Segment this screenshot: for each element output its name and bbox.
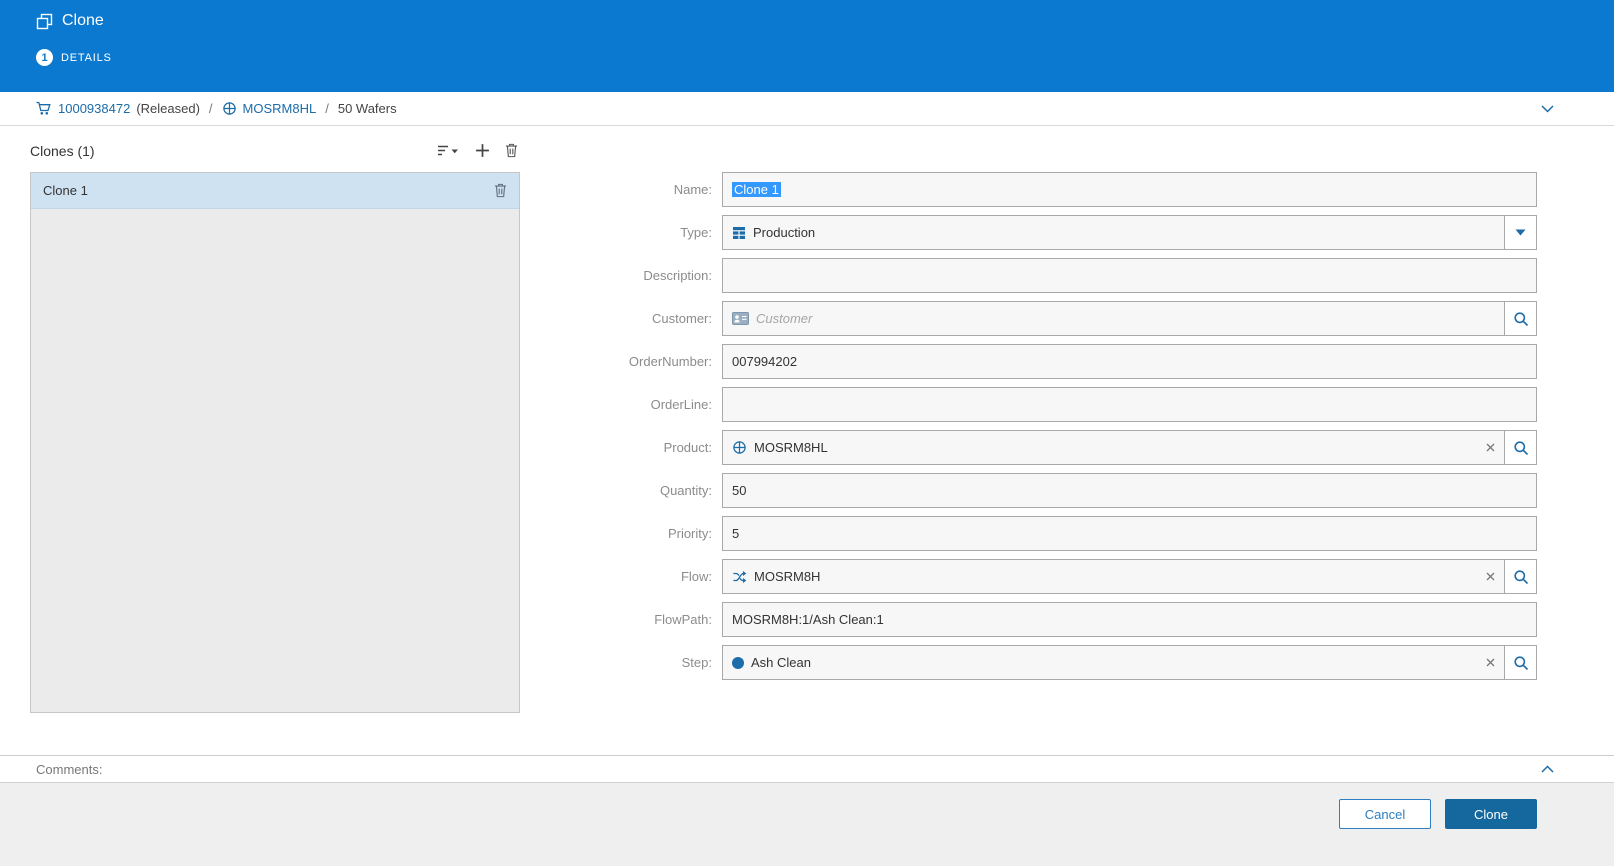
description-input[interactable] — [722, 258, 1537, 293]
clone-button[interactable]: Clone — [1445, 799, 1537, 829]
type-value: Production — [753, 225, 816, 240]
clone-icon — [36, 13, 53, 30]
clone-list-item-selected[interactable]: Clone 1 — [31, 173, 519, 209]
breadcrumb-separator: / — [208, 101, 213, 116]
table-grid-icon — [732, 226, 746, 240]
name-value-selected: Clone 1 — [732, 182, 781, 197]
add-clone-button[interactable] — [475, 143, 490, 158]
breadcrumb: 1000938472 (Released) / MOSRM8HL / 50 Wa… — [0, 92, 1614, 126]
customer-lookup-button[interactable] — [1504, 301, 1537, 336]
flow-label: Flow: — [680, 569, 712, 584]
breadcrumb-expand-chevron-down-icon[interactable] — [1541, 104, 1554, 113]
form-row-flow: Flow: MOSRM8H — [520, 559, 1537, 594]
id-card-icon — [732, 312, 749, 325]
step-circle-icon — [732, 656, 744, 669]
customer-input[interactable]: Customer — [722, 301, 1505, 336]
step-lookup-button[interactable] — [1504, 645, 1537, 680]
step-clear-x-icon[interactable] — [1486, 658, 1495, 667]
clones-panel-title: Clones (1) — [30, 143, 95, 159]
form-row-ordernumber: OrderNumber: — [520, 344, 1537, 379]
delete-clone-row-icon[interactable] — [494, 183, 507, 198]
step-label-field: Step: — [681, 655, 712, 670]
dialog-title: Clone — [62, 12, 104, 29]
name-input[interactable]: Clone 1 — [722, 172, 1537, 207]
step-value: Ash Clean — [751, 655, 811, 670]
breadcrumb-separator: / — [325, 101, 329, 116]
type-select[interactable]: Production — [722, 215, 1505, 250]
type-label: Type: — [680, 225, 712, 240]
product-value: MOSRM8HL — [754, 440, 828, 455]
main-content: Clones (1) Clone 1 Name: Clone 1 Type: P… — [0, 126, 1614, 755]
orderline-input[interactable] — [722, 387, 1537, 422]
form-row-priority: Priority: — [520, 516, 1537, 551]
wizard-step-details[interactable]: 1 DETAILS — [36, 49, 1614, 66]
clone-details-form: Name: Clone 1 Type: Production Descripti… — [520, 172, 1537, 755]
wafer-icon — [732, 440, 747, 455]
filter-sort-button[interactable] — [437, 144, 460, 157]
form-row-product: Product: MOSRM8HL — [520, 430, 1537, 465]
flowpath-label: FlowPath: — [654, 612, 712, 627]
comments-collapse-chevron-up-icon[interactable] — [1541, 765, 1554, 773]
priority-label: Priority: — [667, 526, 712, 541]
product-label: Product: — [663, 440, 712, 455]
clone-dialog: Clone 1 DETAILS 1000938472 (Released) / … — [0, 0, 1614, 866]
wafer-icon — [222, 101, 237, 116]
ordernumber-input[interactable] — [722, 344, 1537, 379]
priority-input[interactable] — [722, 516, 1537, 551]
dialog-title-row: Clone — [36, 12, 1614, 30]
cancel-button[interactable]: Cancel — [1339, 799, 1431, 829]
cart-icon — [36, 101, 52, 116]
product-clear-x-icon[interactable] — [1486, 443, 1495, 452]
breadcrumb-order-link[interactable]: 1000938472 — [58, 101, 130, 116]
description-label: Description: — [643, 268, 712, 283]
form-row-description: Description: — [520, 258, 1537, 293]
comments-section-bar[interactable]: Comments: — [0, 755, 1614, 782]
step-label: DETAILS — [61, 51, 112, 64]
flow-input[interactable]: MOSRM8H — [722, 559, 1505, 594]
form-row-type: Type: Production — [520, 215, 1537, 250]
breadcrumb-order-status: (Released) — [136, 101, 200, 116]
step-input[interactable]: Ash Clean — [722, 645, 1505, 680]
delete-clone-button[interactable] — [505, 143, 518, 158]
flowpath-input[interactable] — [722, 602, 1537, 637]
comments-label: Comments: — [36, 761, 103, 777]
product-input[interactable]: MOSRM8HL — [722, 430, 1505, 465]
form-row-step: Step: Ash Clean — [520, 645, 1537, 680]
form-row-name: Name: Clone 1 — [520, 172, 1537, 207]
ordernumber-label: OrderNumber: — [628, 354, 712, 369]
name-label: Name: — [673, 182, 712, 197]
breadcrumb-product-link[interactable]: MOSRM8HL — [243, 101, 317, 116]
breadcrumb-quantity: 50 Wafers — [337, 101, 397, 116]
dialog-header: Clone 1 DETAILS — [0, 0, 1614, 92]
clones-list: Clone 1 — [30, 172, 520, 713]
flow-lookup-button[interactable] — [1504, 559, 1537, 594]
form-row-quantity: Quantity: — [520, 473, 1537, 508]
type-dropdown-button[interactable] — [1504, 215, 1537, 250]
dialog-footer: Cancel Clone — [0, 782, 1614, 866]
form-row-flowpath: FlowPath: — [520, 602, 1537, 637]
flow-branch-icon — [732, 570, 747, 584]
form-row-customer: Customer: Customer — [520, 301, 1537, 336]
customer-label: Customer: — [652, 311, 712, 326]
clones-toolbar — [437, 143, 520, 158]
clone-item-label: Clone 1 — [43, 183, 88, 198]
flow-value: MOSRM8H — [754, 569, 821, 584]
clones-panel: Clones (1) Clone 1 — [30, 142, 520, 755]
flow-clear-x-icon[interactable] — [1486, 572, 1495, 581]
clones-panel-header: Clones (1) — [30, 142, 520, 172]
form-row-orderline: OrderLine: — [520, 387, 1537, 422]
customer-placeholder: Customer — [756, 311, 813, 326]
product-lookup-button[interactable] — [1504, 430, 1537, 465]
quantity-label: Quantity: — [659, 483, 712, 498]
step-number-badge: 1 — [36, 49, 53, 66]
quantity-input[interactable] — [722, 473, 1537, 508]
orderline-label: OrderLine: — [650, 397, 712, 412]
